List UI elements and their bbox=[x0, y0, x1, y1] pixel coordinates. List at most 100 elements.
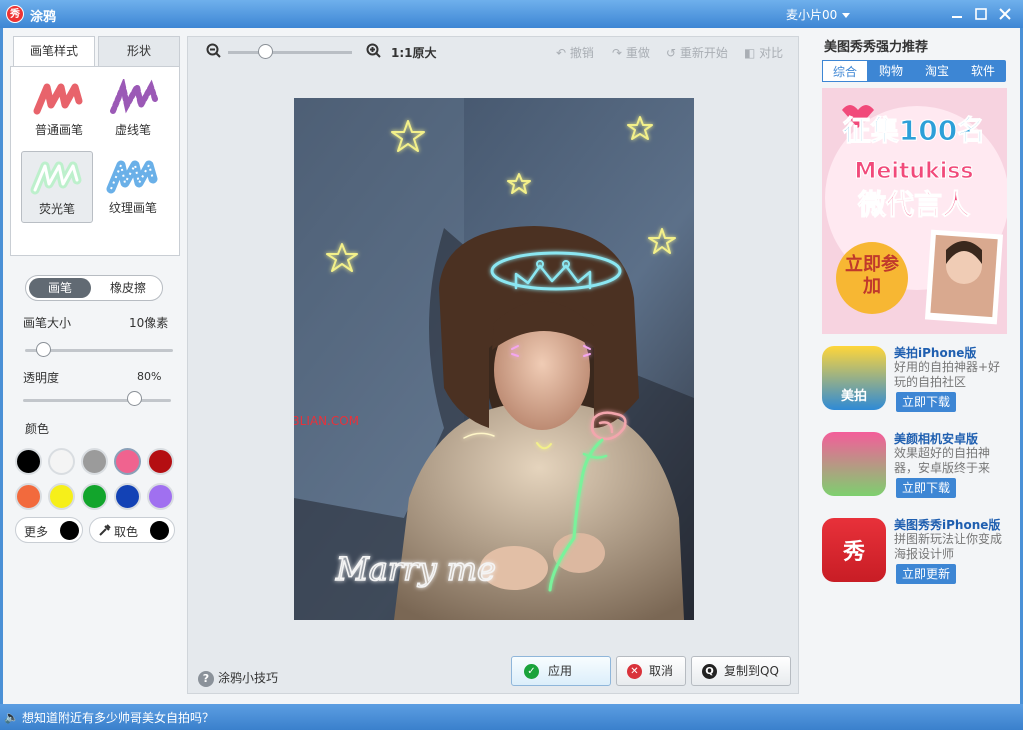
compare-label: 对比 bbox=[759, 46, 784, 60]
app-name[interactable]: 美图秀秀iPhone版 bbox=[894, 516, 1000, 533]
canvas-toolbar: 1:1原大 ↶ 撤销 ↷ 重做 ↺ 重新开始 ◧ 对比 bbox=[188, 37, 798, 65]
color-swatch[interactable] bbox=[114, 483, 141, 510]
recommend-panel: 美图秀秀强力推荐 综合 购物 淘宝 软件 征集100名 Meitukiss 微代… bbox=[819, 28, 1019, 704]
app-icon-text: 美拍 bbox=[840, 389, 867, 404]
restart-label: 重新开始 bbox=[679, 46, 728, 60]
app-download-button[interactable]: 立即下载 bbox=[896, 478, 957, 498]
color-picker-label: 取色 bbox=[114, 525, 139, 539]
canvas-area: 1:1原大 ↶ 撤销 ↷ 重做 ↺ 重新开始 ◧ 对比 3LIAN.COM Ma… bbox=[187, 36, 799, 694]
redo-label: 重做 bbox=[625, 46, 650, 60]
promo-banner[interactable]: 征集100名 Meitukiss 微代言人 立即参加 bbox=[822, 88, 1007, 334]
brush-normal[interactable]: 普通画笔 bbox=[23, 73, 95, 145]
apply-label: 应用 bbox=[548, 664, 573, 678]
minimize-icon[interactable] bbox=[948, 5, 966, 23]
tab-software[interactable]: 软件 bbox=[960, 60, 1006, 82]
tab-taobao[interactable]: 淘宝 bbox=[914, 60, 960, 82]
brush-label: 纹理画笔 bbox=[108, 201, 157, 215]
mode-brush-button[interactable]: 画笔 bbox=[29, 278, 91, 298]
app-download-button[interactable]: 立即下载 bbox=[896, 392, 957, 412]
opacity-value: 80% bbox=[137, 370, 162, 383]
app-icon[interactable] bbox=[822, 432, 886, 496]
cancel-label: 取消 bbox=[649, 664, 674, 678]
check-icon: ✓ bbox=[524, 664, 539, 679]
more-colors-button[interactable]: 更多 bbox=[15, 517, 83, 543]
maximize-icon[interactable] bbox=[972, 5, 990, 23]
window-title: 涂鸦 bbox=[30, 10, 57, 25]
redo-icon: ↷ bbox=[612, 46, 623, 60]
color-swatch[interactable] bbox=[81, 483, 108, 510]
watermark: 三联 3LIAN.COM bbox=[294, 414, 359, 428]
restart-button[interactable]: ↺ 重新开始 bbox=[666, 44, 728, 61]
undo-button[interactable]: ↶ 撤销 bbox=[556, 44, 594, 61]
status-text[interactable]: 想知道附近有多少帅哥美女自拍吗？ bbox=[22, 709, 214, 726]
color-swatch[interactable] bbox=[81, 448, 108, 475]
banner-join-button[interactable]: 立即参加 bbox=[844, 254, 900, 298]
compare-icon: ◧ bbox=[744, 46, 756, 60]
tab-shape[interactable]: 形状 bbox=[98, 36, 180, 66]
status-bar: 🔈 想知道附近有多少帅哥美女自拍吗？ bbox=[0, 704, 1023, 730]
opacity-slider[interactable] bbox=[23, 399, 171, 402]
zoom-in-icon[interactable] bbox=[366, 43, 382, 59]
zoom-out-icon[interactable] bbox=[206, 43, 222, 59]
app-description: 好用的自拍神器+好玩的自拍社区 bbox=[894, 360, 1001, 389]
zoom-slider[interactable] bbox=[228, 51, 352, 54]
brush-dashed[interactable]: 虚线笔 bbox=[97, 73, 169, 145]
dashed-brush-icon bbox=[110, 79, 158, 114]
zoom-handle[interactable] bbox=[258, 44, 273, 59]
current-color-dot bbox=[60, 521, 79, 540]
opacity-handle[interactable] bbox=[127, 391, 142, 406]
zoom-actual-size[interactable]: 1:1原大 bbox=[391, 44, 437, 61]
help-icon: ? bbox=[198, 671, 214, 687]
brush-size-handle[interactable] bbox=[36, 342, 51, 357]
color-swatch[interactable] bbox=[48, 483, 75, 510]
tab-brush-style[interactable]: 画笔样式 bbox=[13, 36, 95, 67]
app-item: 美颜相机安卓版 效果超好的自拍神器，安卓版终于来立即下载 bbox=[822, 432, 1012, 502]
eyedropper-icon bbox=[99, 524, 111, 536]
app-description: 效果超好的自拍神器，安卓版终于来 bbox=[894, 446, 991, 475]
tab-shopping[interactable]: 购物 bbox=[868, 60, 914, 82]
redo-button[interactable]: ↷ 重做 bbox=[612, 44, 650, 61]
color-swatch[interactable] bbox=[147, 483, 174, 510]
recommend-tabs: 综合 购物 淘宝 软件 bbox=[822, 60, 1006, 82]
user-name: 麦小片00 bbox=[786, 8, 838, 22]
apply-button[interactable]: ✓ 应用 bbox=[511, 656, 611, 686]
color-swatch[interactable] bbox=[147, 448, 174, 475]
cancel-icon: ✕ bbox=[627, 664, 642, 679]
undo-icon: ↶ bbox=[556, 46, 567, 60]
app-name[interactable]: 美颜相机安卓版 bbox=[894, 430, 978, 447]
qq-icon: Q bbox=[702, 664, 717, 679]
compare-button[interactable]: ◧ 对比 bbox=[744, 44, 783, 61]
banner-line3: 微代言人 bbox=[857, 188, 970, 221]
color-swatch[interactable] bbox=[15, 483, 42, 510]
main-area: 画笔样式 形状 普通画笔 虚线笔 荧光笔 纹理画笔 画笔 橡皮擦 画笔大小 10… bbox=[3, 28, 1020, 704]
tab-all[interactable]: 综合 bbox=[822, 60, 868, 82]
mode-eraser-button[interactable]: 橡皮擦 bbox=[96, 278, 160, 298]
doodle-tips[interactable]: ? 涂鸦小技巧 bbox=[198, 669, 278, 687]
color-swatch[interactable] bbox=[114, 448, 141, 475]
cancel-button[interactable]: ✕ 取消 bbox=[616, 656, 686, 686]
app-download-button[interactable]: 立即更新 bbox=[896, 564, 957, 584]
color-picker-button[interactable]: 取色 bbox=[89, 517, 175, 543]
restart-icon: ↺ bbox=[666, 46, 677, 60]
brush-highlighter[interactable]: 荧光笔 bbox=[21, 151, 93, 223]
more-colors-label: 更多 bbox=[24, 525, 49, 539]
brush-texture[interactable]: 纹理画笔 bbox=[97, 151, 169, 223]
close-icon[interactable] bbox=[996, 5, 1014, 23]
undo-label: 撤销 bbox=[569, 46, 594, 60]
color-swatch[interactable] bbox=[48, 448, 75, 475]
brush-label: 荧光笔 bbox=[38, 202, 75, 216]
chevron-down-icon bbox=[842, 13, 851, 18]
brush-eraser-toggle: 画笔 橡皮擦 bbox=[25, 275, 163, 301]
brush-size-label: 画笔大小 bbox=[23, 316, 72, 330]
app-icon[interactable]: 秀 bbox=[822, 518, 886, 582]
copy-to-qq-button[interactable]: Q 复制到QQ bbox=[691, 656, 791, 686]
app-description: 拼图新玩法让你变成海报设计师 bbox=[894, 532, 1003, 561]
app-icon-text: 秀 bbox=[842, 540, 865, 565]
texture-brush-icon bbox=[106, 160, 158, 194]
app-icon[interactable]: 美拍 bbox=[822, 346, 886, 410]
brush-panel: 普通画笔 虚线笔 荧光笔 纹理画笔 bbox=[10, 66, 180, 256]
app-name[interactable]: 美拍iPhone版 bbox=[894, 344, 976, 361]
user-menu[interactable]: 麦小片00 bbox=[786, 6, 851, 23]
photo-canvas[interactable]: 三联 3LIAN.COM Marry me bbox=[294, 98, 694, 620]
color-swatch[interactable] bbox=[15, 448, 42, 475]
